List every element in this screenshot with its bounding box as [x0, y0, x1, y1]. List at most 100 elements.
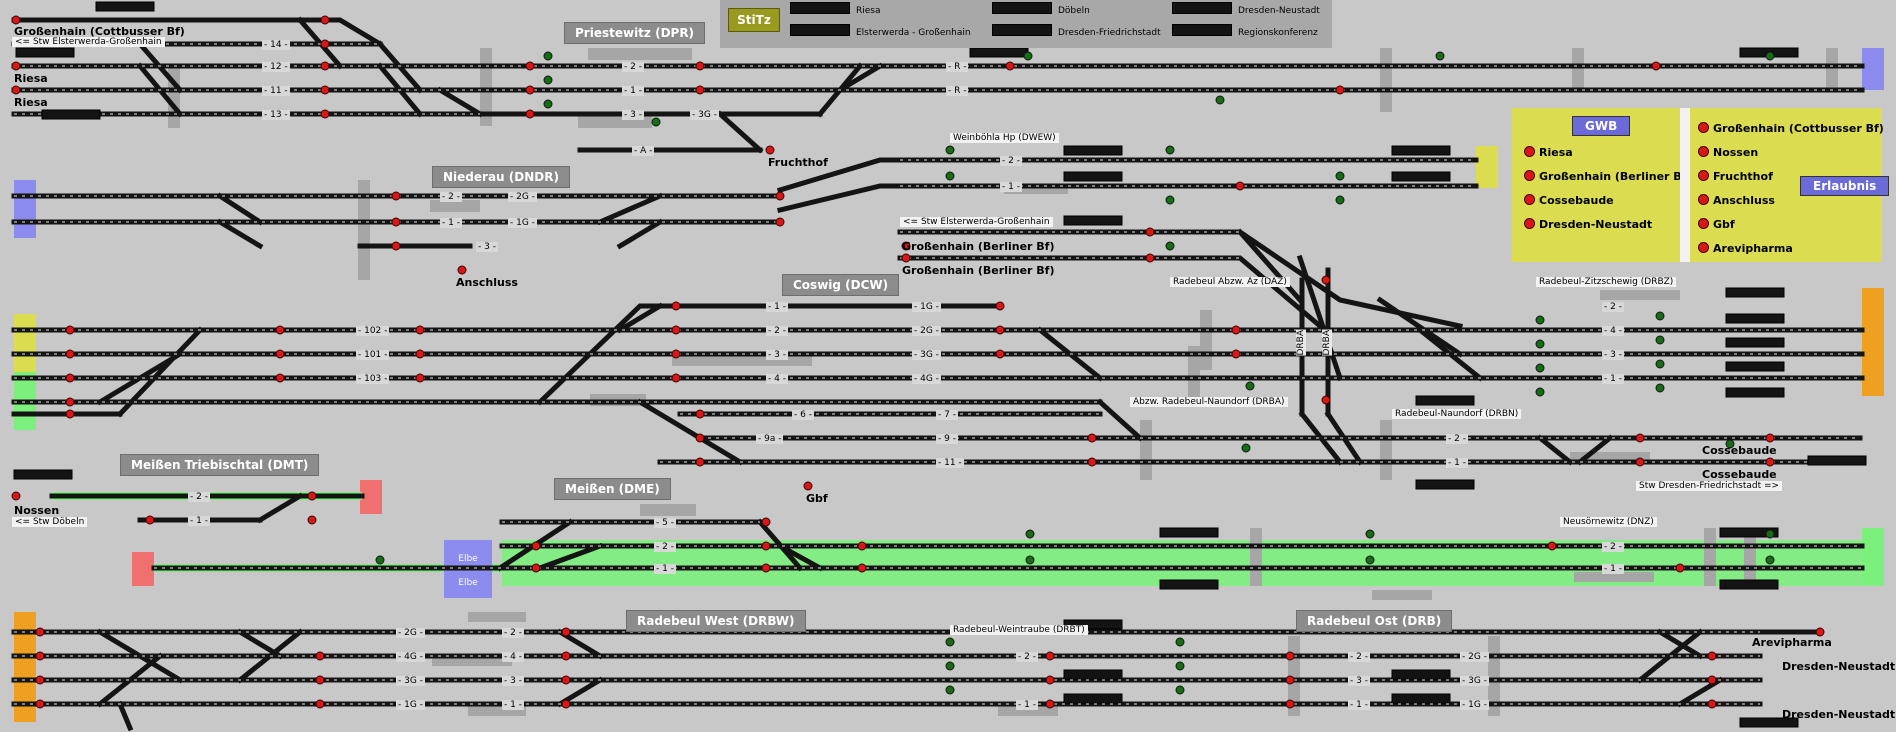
place-anschluss[interactable]: Anschluss [456, 276, 518, 289]
station-drbw: Radebeul West (DRBW) [626, 610, 806, 632]
note-drbz: Radebeul-Zitzschewig (DRBZ) [1536, 277, 1677, 287]
track-number-label: - 4 - [766, 374, 788, 384]
legend-item-riesa: Riesa [790, 2, 881, 16]
legend-item-dresden-friedrichstadt: Dresden-Friedrichstadt [992, 24, 1161, 38]
note-stw-dresden-friedrichstadt: Stw Dresden-Friedrichstadt => [1636, 481, 1783, 491]
station-dcw: Coswig (DCW) [782, 274, 900, 296]
erlaubnis-item-grossenhain[interactable]: Großenhain (Cottbusser Bf) [1698, 122, 1884, 135]
track-number-label: - 3 - [622, 110, 644, 120]
track-number-label: - 1 - [766, 302, 788, 312]
track-number-label: - 1G - [1460, 700, 1489, 710]
note-dnz: Neusörnewitz (DNZ) [1560, 517, 1657, 527]
place-gbf[interactable]: Gbf [806, 492, 828, 505]
track-number-label: - 1 - [622, 86, 644, 96]
track-number-label: - 3 - [502, 676, 524, 686]
track-number-label: - 2G - [508, 192, 537, 202]
track-number-label: - R - [946, 62, 969, 72]
track-number-label: - 4G - [396, 652, 425, 662]
track-number-label: - 2G - [912, 326, 941, 336]
track-number-label: - A - [632, 146, 655, 156]
place-nossen[interactable]: Nossen [14, 504, 59, 517]
erlaubnis-item-gbf[interactable]: Gbf [1698, 218, 1735, 231]
gwb-item-dresden-neustadt[interactable]: Dresden-Neustadt [1524, 218, 1652, 231]
drba-vertical-label: DRBA [1322, 330, 1332, 356]
track-number-label: - 12 - [262, 62, 290, 72]
erlaubnis-item-fruchthof[interactable]: Fruchthof [1698, 170, 1773, 183]
place-cossebaude[interactable]: Cossebaude [1702, 444, 1777, 457]
track-number-label: - 4G - [912, 374, 941, 384]
track-number-label: - 2 - [1016, 652, 1038, 662]
track-number-label: - 3 - [1602, 350, 1624, 360]
erlaubnis-title[interactable]: Erlaubnis [1800, 176, 1890, 196]
track-number-label: - 101 - [356, 350, 390, 360]
track-number-label: - 1 - [188, 516, 210, 526]
place-riesa[interactable]: Riesa [14, 72, 48, 85]
track-number-label: - 2 - [1602, 542, 1624, 552]
place-arevipharma[interactable]: Arevipharma [1752, 636, 1832, 649]
track-number-label: - 2 - [440, 192, 462, 202]
place-cossebaude[interactable]: Cossebaude [1702, 468, 1777, 481]
track-number-label: - 1 - [502, 700, 524, 710]
gwb-item-riesa[interactable]: Riesa [1524, 146, 1573, 159]
gwb-item-grossenhain[interactable]: Großenhain (Berliner Bf) [1524, 170, 1691, 183]
track-number-label: - 2 - [766, 326, 788, 336]
place-dresden-neustadt[interactable]: Dresden-Neustadt [1782, 660, 1895, 673]
place-fruchthof[interactable]: Fruchthof [768, 156, 828, 169]
erlaubnis-item-anschluss[interactable]: Anschluss [1698, 194, 1775, 207]
track-number-label: - 3G - [690, 110, 719, 120]
track-number-label: - 1G - [508, 218, 537, 228]
track-number-label: - 13 - [262, 110, 290, 120]
erlaubnis-panel: Großenhain (Cottbusser Bf) Nossen Frucht… [1690, 108, 1890, 262]
gwb-title[interactable]: GWB [1572, 116, 1631, 136]
track-number-label: - 2 - [622, 62, 644, 72]
track-number-label: - 1 - [1446, 458, 1468, 468]
station-dndr: Niederau (DNDR) [432, 166, 570, 188]
track-number-label: - 6 - [792, 410, 814, 420]
track-number-label: - 1G - [912, 302, 941, 312]
track-number-label: - 102 - [356, 326, 390, 336]
track-number-label: - 9a - [756, 434, 784, 444]
elbe-label: Elbe [458, 554, 478, 564]
track-number-label: - 2G - [396, 628, 425, 638]
track-number-label: - 3G - [912, 350, 941, 360]
track-number-label: - 2 - [188, 492, 210, 502]
track-number-label: - 103 - [356, 374, 390, 384]
note-dwew: Weinböhla Hp (DWEW) [950, 133, 1059, 143]
note-drbt: Radebeul-Weintraube (DRBT) [950, 625, 1088, 635]
panel-divider [1680, 108, 1690, 262]
elbe-label: Elbe [458, 578, 478, 588]
track-number-label: - 1 - [1000, 182, 1022, 192]
place-grossenhain-berliner[interactable]: Großenhain (Berliner Bf) [902, 264, 1054, 277]
track-number-label: - 9 - [936, 434, 958, 444]
note-stw-elsterwerda: <= Stw Elsterwerda-Großenhain [12, 37, 165, 47]
track-number-label: - 2 - [654, 542, 676, 552]
note-drba: Abzw. Radebeul-Naundorf (DRBA) [1130, 397, 1288, 407]
erlaubnis-item-nossen[interactable]: Nossen [1698, 146, 1758, 159]
track-number-label: - 2 - [1000, 156, 1022, 166]
place-grossenhain-berliner[interactable]: Großenhain (Berliner Bf) [902, 240, 1054, 253]
gwb-item-cossebaude[interactable]: Cossebaude [1524, 194, 1614, 207]
track-number-label: - 1 - [654, 564, 676, 574]
track-number-label: - 4 - [502, 652, 524, 662]
track-number-label: - 2 - [1446, 434, 1468, 444]
drba-vertical-label: DRBA [1296, 330, 1306, 356]
track-number-label: - R - [946, 86, 969, 96]
station-drb: Radebeul Ost (DRB) [1296, 610, 1453, 632]
erlaubnis-item-arevipharma[interactable]: Arevipharma [1698, 242, 1793, 255]
track-number-label: - 1 - [1602, 374, 1624, 384]
note-stw-doebeln: <= Stw Döbeln [12, 517, 88, 527]
place-riesa[interactable]: Riesa [14, 96, 48, 109]
track-number-label: - 7 - [936, 410, 958, 420]
legend-panel: StiTz Riesa Elsterwerda - Großenhain Döb… [720, 0, 1332, 48]
place-dresden-neustadt[interactable]: Dresden-Neustadt [1782, 708, 1895, 721]
legend-item-regionskonferenz: Regionskonferenz [1172, 24, 1318, 38]
stitz-button[interactable]: StiTz [728, 8, 780, 32]
track-number-label: - 1G - [396, 700, 425, 710]
occupied-tracks [52, 492, 1862, 586]
track-number-label: - 1 - [1016, 700, 1038, 710]
track-number-label: - 2 - [1602, 302, 1624, 312]
station-dpr: Priestewitz (DPR) [564, 22, 706, 44]
track-number-label: - 3 - [476, 242, 498, 252]
station-dmt: Meißen Triebischtal (DMT) [120, 454, 320, 476]
note-daz: Radebeul Abzw. Az (DAZ) [1170, 277, 1290, 287]
